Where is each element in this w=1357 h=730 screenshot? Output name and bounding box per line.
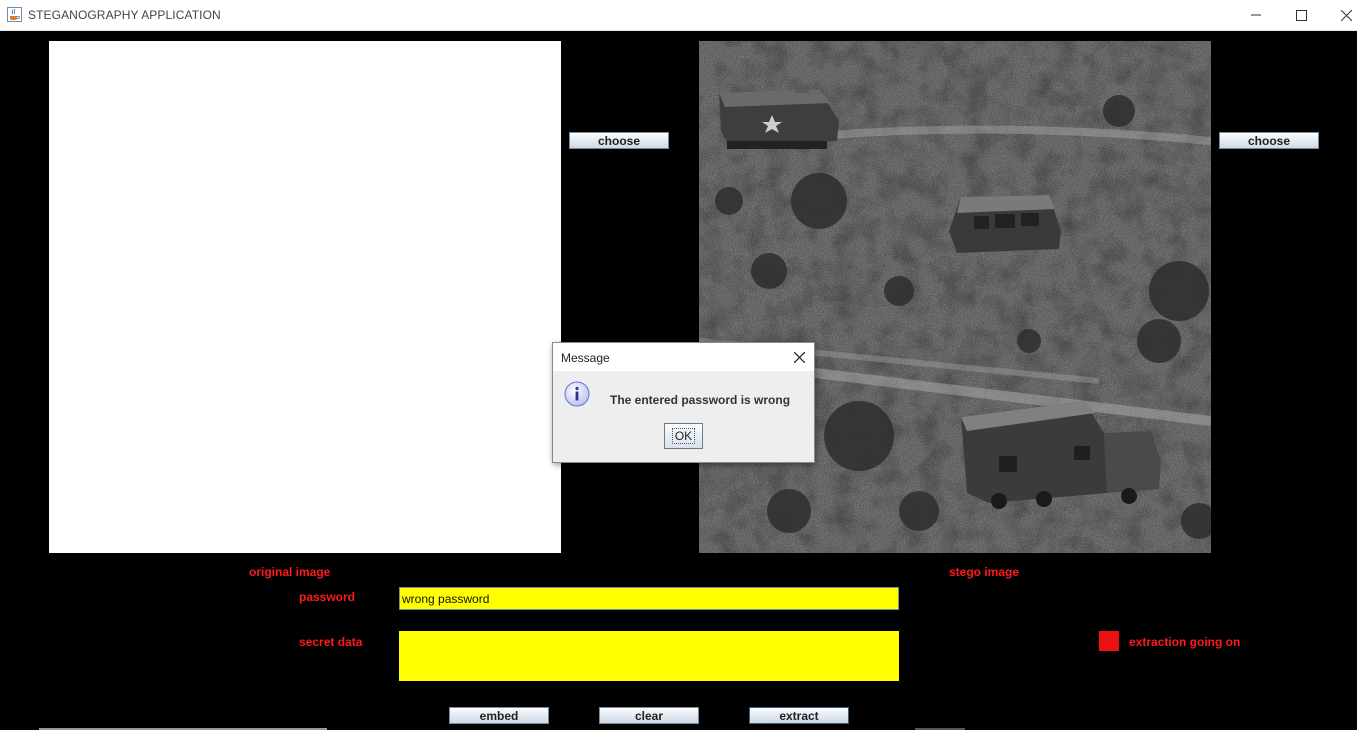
apc-vehicle — [719, 85, 839, 149]
password-label: password — [299, 590, 356, 604]
ok-button-label: OK — [671, 428, 696, 444]
choose-original-button[interactable]: choose — [569, 132, 669, 149]
clear-button[interactable]: clear — [599, 707, 699, 724]
dialog-message: The entered password is wrong — [610, 393, 791, 407]
secret-data-label: secret data — [299, 635, 363, 649]
maximize-button[interactable] — [1278, 0, 1324, 30]
maximize-icon — [1295, 9, 1307, 21]
choose-stego-button[interactable]: choose — [1219, 132, 1319, 149]
info-icon — [564, 381, 590, 407]
stego-image-panel — [699, 41, 1211, 553]
original-image-label: original image — [249, 565, 331, 579]
close-icon — [1340, 9, 1352, 21]
status-indicator — [1099, 631, 1119, 651]
status-text: extraction going on — [1129, 635, 1241, 649]
minimize-button[interactable] — [1233, 0, 1279, 30]
password-field-value: wrong password — [402, 592, 490, 606]
extract-button[interactable]: extract — [749, 707, 849, 724]
java-cup-icon — [7, 7, 22, 22]
embed-button[interactable]: embed — [449, 707, 549, 724]
password-field[interactable]: wrong password — [399, 587, 899, 610]
close-icon — [793, 351, 805, 363]
stego-image-photo — [699, 41, 1211, 553]
window-title: STEGANOGRAPHY APPLICATION — [28, 8, 221, 22]
message-dialog: Message The entered password is wrong OK — [552, 342, 815, 463]
dialog-title: Message — [561, 351, 610, 365]
title-bar: STEGANOGRAPHY APPLICATION — [0, 0, 1357, 31]
close-window-button[interactable] — [1323, 0, 1357, 30]
dialog-title-bar: Message — [553, 343, 814, 371]
dialog-close-button[interactable] — [790, 348, 808, 366]
minimize-icon — [1251, 14, 1261, 16]
secret-data-field[interactable] — [399, 631, 899, 681]
van-vehicle — [949, 195, 1061, 253]
original-image-panel — [49, 41, 561, 553]
stego-image-label: stego image — [949, 565, 1020, 579]
ok-button[interactable]: OK — [664, 423, 703, 449]
